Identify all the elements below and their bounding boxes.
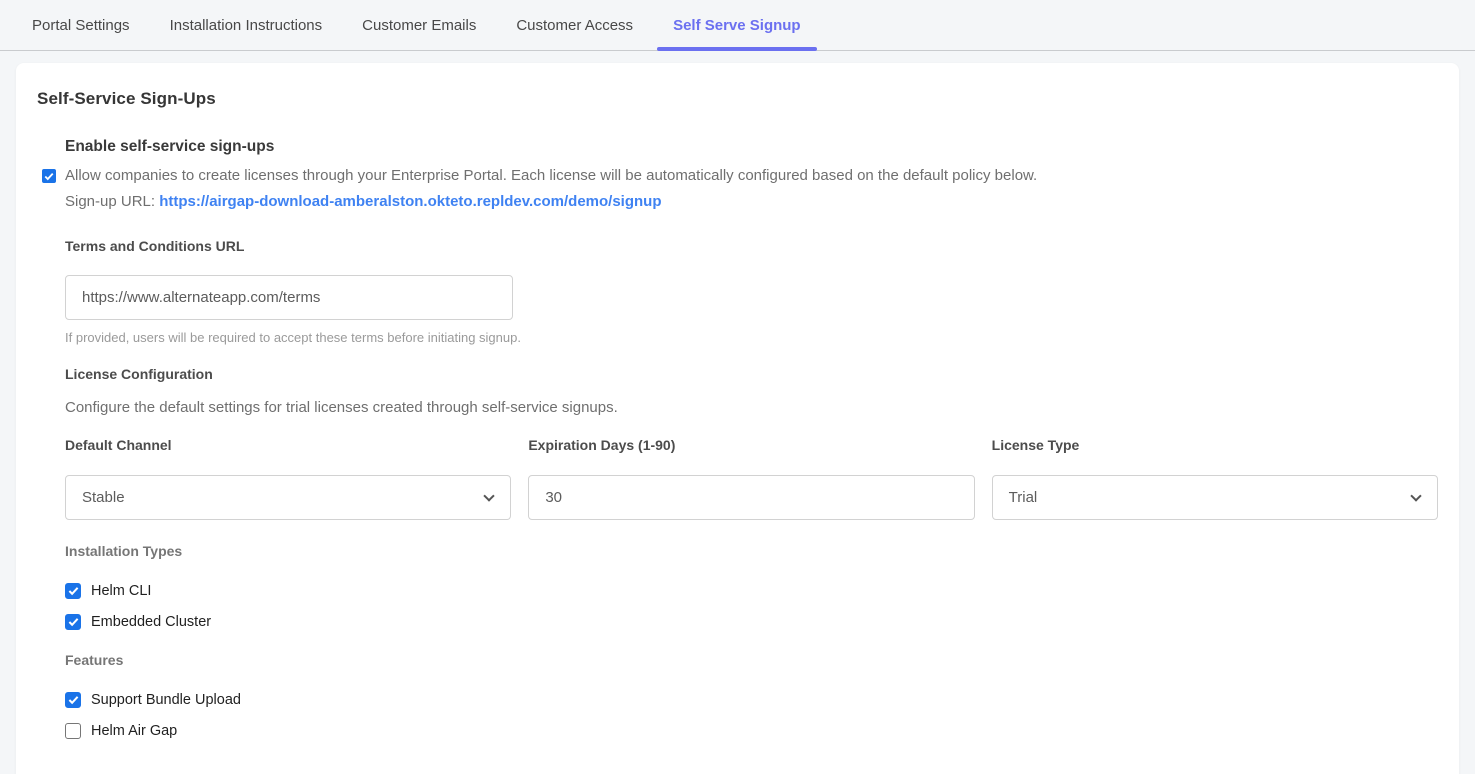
checkmark-icon <box>44 172 54 181</box>
license-type-label: License Type <box>992 437 1438 453</box>
default-channel-select[interactable]: Stable <box>65 475 511 520</box>
terms-url-input[interactable] <box>65 275 513 320</box>
enable-signups-description: Allow companies to create licenses throu… <box>65 167 1037 184</box>
signup-url-link[interactable]: https://airgap-download-amberalston.okte… <box>159 193 661 210</box>
settings-tab-bar: Portal Settings Installation Instruction… <box>0 0 1475 51</box>
license-configuration-description: Configure the default settings for trial… <box>65 399 1438 416</box>
features-group: Support Bundle Upload Helm Air Gap <box>65 692 1438 739</box>
features-heading: Features <box>65 652 1438 668</box>
terms-url-label: Terms and Conditions URL <box>65 238 1438 254</box>
helm-cli-label: Helm CLI <box>91 583 151 599</box>
tab-portal-settings[interactable]: Portal Settings <box>16 0 146 50</box>
license-type-select[interactable]: Trial <box>992 475 1438 520</box>
tab-customer-access[interactable]: Customer Access <box>500 0 649 50</box>
enable-signups-heading: Enable self-service sign-ups <box>65 138 1438 156</box>
signup-url-row: Sign-up URL: https://airgap-download-amb… <box>65 193 1438 210</box>
embedded-cluster-checkbox[interactable] <box>65 614 81 630</box>
helm-air-gap-label: Helm Air Gap <box>91 723 177 739</box>
default-channel-field: Default Channel Stable <box>65 437 511 520</box>
default-channel-label: Default Channel <box>65 437 511 453</box>
self-serve-signup-panel: Self-Service Sign-Ups Enable self-servic… <box>16 63 1459 774</box>
support-bundle-upload-label: Support Bundle Upload <box>91 692 241 708</box>
license-config-fields: Default Channel Stable Expiration Days (… <box>65 437 1438 520</box>
helm-cli-row: Helm CLI <box>65 583 1438 599</box>
support-bundle-upload-checkbox[interactable] <box>65 692 81 708</box>
support-bundle-upload-row: Support Bundle Upload <box>65 692 1438 708</box>
page-title: Self-Service Sign-Ups <box>37 89 1438 109</box>
checkmark-icon <box>68 617 79 627</box>
helm-air-gap-row: Helm Air Gap <box>65 723 1438 739</box>
license-type-field: License Type Trial <box>992 437 1438 520</box>
enable-signups-row: Allow companies to create licenses throu… <box>65 167 1438 184</box>
license-configuration-heading: License Configuration <box>65 366 1438 382</box>
expiration-days-input[interactable] <box>528 475 974 520</box>
expiration-days-field: Expiration Days (1-90) <box>528 437 974 520</box>
tab-customer-emails[interactable]: Customer Emails <box>346 0 492 50</box>
expiration-days-label: Expiration Days (1-90) <box>528 437 974 453</box>
embedded-cluster-label: Embedded Cluster <box>91 614 211 630</box>
tab-installation-instructions[interactable]: Installation Instructions <box>154 0 339 50</box>
installation-types-group: Helm CLI Embedded Cluster <box>65 583 1438 630</box>
helm-cli-checkbox[interactable] <box>65 583 81 599</box>
installation-types-heading: Installation Types <box>65 543 1438 559</box>
enable-signups-checkbox[interactable] <box>42 169 56 183</box>
tab-self-serve-signup[interactable]: Self Serve Signup <box>657 0 817 50</box>
checkmark-icon <box>68 586 79 596</box>
helm-air-gap-checkbox[interactable] <box>65 723 81 739</box>
checkmark-icon <box>68 695 79 705</box>
terms-url-helper: If provided, users will be required to a… <box>65 330 1438 345</box>
signup-url-label: Sign-up URL: <box>65 193 155 210</box>
embedded-cluster-row: Embedded Cluster <box>65 614 1438 630</box>
